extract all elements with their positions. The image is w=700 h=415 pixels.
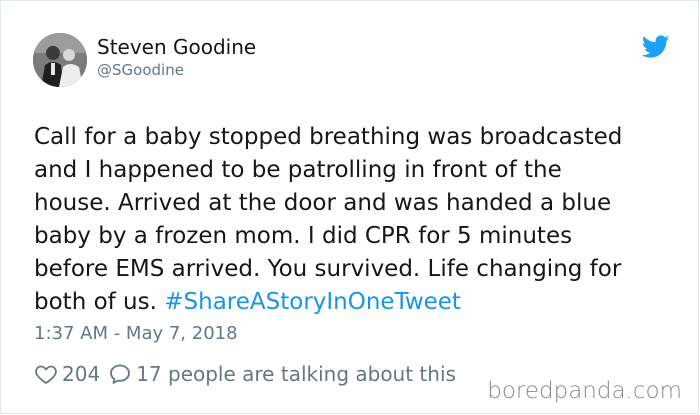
tweet-line-last: both of us. #ShareAStoryInOneTweet xyxy=(34,286,674,319)
tweet-line: before EMS arrived. You survived. Life c… xyxy=(34,256,622,282)
tweet-text: Call for a baby stopped breathing was br… xyxy=(34,121,674,319)
author-handle[interactable]: @SGoodine xyxy=(97,61,184,79)
author-name[interactable]: Steven Goodine xyxy=(97,35,256,59)
tweet-line: Call for a baby stopped breathing was br… xyxy=(34,124,623,150)
like-count: 204 xyxy=(62,362,101,386)
avatar[interactable] xyxy=(33,33,87,87)
speech-bubble-icon[interactable] xyxy=(108,362,132,386)
reply-count[interactable]: 17 people are talking about this xyxy=(136,362,456,386)
tweet-line-text: both of us. xyxy=(34,289,165,315)
tweet-timestamp[interactable]: 1:37 AM - May 7, 2018 xyxy=(34,323,238,344)
tweet-line: baby by a frozen mom. I did CPR for 5 mi… xyxy=(34,223,573,249)
tweet-line: house. Arrived at the door and was hande… xyxy=(34,190,612,216)
watermark: boredpanda.com xyxy=(487,378,682,404)
tweet-actions: 204 17 people are talking about this xyxy=(34,360,456,388)
twitter-bird-icon[interactable] xyxy=(642,35,670,59)
tweet-card: Steven Goodine @SGoodine Call for a baby… xyxy=(0,0,699,414)
heart-icon[interactable] xyxy=(34,362,58,386)
avatar-image xyxy=(33,33,87,87)
hashtag-link[interactable]: #ShareAStoryInOneTweet xyxy=(164,289,461,315)
tweet-line: and I happened to be patrolling in front… xyxy=(34,157,562,183)
